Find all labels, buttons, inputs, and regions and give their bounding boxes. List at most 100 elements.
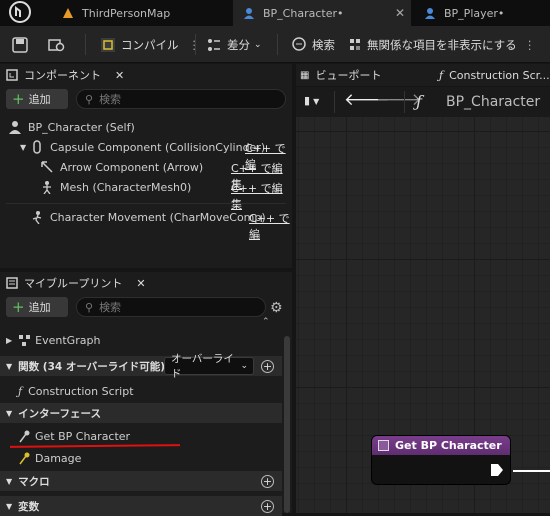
add-macro-icon[interactable]: + [261, 475, 274, 488]
compile-button[interactable]: コンパイル ⋮ [100, 26, 200, 63]
exec-pin-icon[interactable] [490, 463, 504, 477]
interfaces-category[interactable]: ▼ インターフェース [0, 403, 282, 423]
component-root[interactable]: BP_Character (Self) [8, 117, 135, 137]
component-item-movement[interactable]: Character Movement (CharMoveComp) [30, 207, 266, 227]
add-label: 追加 [28, 93, 51, 106]
search-placeholder: 検索 [99, 301, 122, 314]
chevron-right-icon[interactable]: ▶ [6, 336, 12, 345]
tab-bp-character[interactable]: BP_Character• ✕ [233, 0, 411, 26]
person-icon [9, 121, 21, 134]
node-function-icon [378, 440, 389, 451]
construction-script-label: Construction Script [28, 384, 134, 398]
function-icon: ƒ [439, 68, 444, 82]
save-icon [12, 36, 28, 53]
damage-label: Damage [35, 451, 82, 465]
chevron-down-icon[interactable]: ▼ [20, 143, 26, 152]
interface-function-icon [19, 430, 30, 442]
forward-arrow-icon[interactable]: 🡒 [376, 90, 422, 110]
component-label: Mesh (CharacterMesh0) [60, 180, 192, 194]
unreal-logo[interactable] [0, 0, 44, 26]
close-icon[interactable]: ✕ [115, 69, 124, 82]
save-button[interactable] [12, 26, 33, 63]
diff-label: 差分 [227, 37, 250, 52]
component-label: BP_Character (Self) [28, 120, 135, 134]
edit-in-cpp-link[interactable]: C++ で編 [249, 210, 292, 242]
diff-icon [208, 38, 220, 51]
get-bp-character-node[interactable]: Get BP Character [371, 435, 511, 485]
toolbar: コンパイル ⋮ 差分 ⌄ 検索 無関係な項目を非表示にする ⋮ [0, 26, 550, 63]
my-blueprint-title: マイブループリント [24, 277, 123, 290]
graph-canvas[interactable]: Get BP Character [296, 91, 550, 513]
component-item-arrow[interactable]: Arrow Component (Arrow) [40, 157, 203, 177]
macros-category[interactable]: ▼ マクロ [0, 471, 282, 491]
tab-thirdpersonmap[interactable]: ThirdPersonMap [50, 0, 230, 26]
damage-item[interactable]: Damage [18, 448, 81, 468]
settings-gear-icon[interactable]: ⚙ [270, 300, 283, 316]
component-item-mesh[interactable]: Mesh (CharacterMesh0) [40, 177, 191, 197]
chevron-down-icon: ⌄ [254, 39, 262, 50]
more-icon[interactable]: ⋮ [524, 26, 536, 63]
components-panel: コンポーネント ✕ + 追加 ⚲ 検索 BP_Character (Self) … [0, 64, 292, 268]
component-label: Arrow Component (Arrow) [60, 160, 204, 174]
scrollbar[interactable] [284, 336, 290, 513]
hide-unrelated-label: 無関係な項目を非表示にする [367, 37, 517, 52]
exec-wire [513, 470, 550, 472]
chevron-down-icon[interactable]: ▼ [6, 477, 12, 486]
macros-header: マクロ [18, 475, 50, 488]
scroll-up-icon[interactable]: ⌃ [262, 317, 270, 327]
diff-button[interactable]: 差分 ⌄ [206, 26, 262, 63]
toolbar-divider [195, 34, 196, 55]
tab-viewport[interactable]: ▦ ビューポート [300, 64, 381, 86]
browse-button[interactable] [48, 26, 71, 63]
add-variable-icon[interactable]: + [261, 500, 274, 513]
components-icon [6, 69, 18, 81]
bookmark-button[interactable]: ▮ ▼ [304, 94, 319, 107]
event-graph-item[interactable]: ▶ EventGraph [6, 330, 100, 350]
interfaces-header: インターフェース [18, 407, 102, 420]
divider [334, 91, 335, 113]
variables-category[interactable]: ▼ 変数 [0, 496, 282, 516]
browse-icon [48, 38, 65, 51]
tab-bp-player[interactable]: BP_Player• [414, 0, 550, 26]
blueprint-book-icon [6, 277, 18, 289]
blueprint-search-input[interactable]: ⚲ 検索 [76, 297, 266, 317]
components-header: コンポーネント ✕ [0, 64, 292, 86]
close-icon[interactable]: ✕ [136, 277, 145, 290]
tab-construction-script[interactable]: ƒ Construction Scr... [439, 64, 550, 86]
add-member-button[interactable]: + 追加 [6, 297, 68, 317]
close-icon[interactable]: ✕ [395, 6, 405, 20]
blueprint-icon [425, 8, 435, 19]
arrow-icon [41, 161, 53, 173]
divider [404, 91, 405, 113]
variables-header: 変数 [18, 500, 40, 513]
toolbar-divider [277, 34, 278, 55]
divider [6, 203, 286, 204]
chevron-down-icon[interactable]: ▼ [6, 502, 12, 511]
compile-label: コンパイル [121, 37, 179, 52]
plus-icon: + [12, 89, 25, 108]
override-label: オーバーライド [171, 353, 234, 380]
search-placeholder: 検索 [99, 93, 122, 106]
tab-label: ThirdPersonMap [82, 6, 171, 20]
node-header: Get BP Character [372, 436, 510, 455]
add-function-icon[interactable]: + [261, 360, 274, 373]
find-label: 検索 [312, 37, 335, 52]
component-item-capsule[interactable]: ▼ Capsule Component (CollisionCylinder) [20, 137, 265, 157]
tab-label: BP_Character• [263, 6, 344, 20]
add-component-button[interactable]: + 追加 [6, 89, 68, 109]
tab-label: BP_Player• [444, 6, 505, 20]
construction-script-item[interactable]: ƒ Construction Script [18, 381, 134, 401]
override-dropdown[interactable]: オーバーライド ⌄ [164, 353, 254, 380]
find-button[interactable]: 検索 [291, 26, 335, 63]
hide-unrelated-button[interactable]: 無関係な項目を非表示にする [348, 26, 517, 63]
event-graph-label: EventGraph [35, 333, 101, 347]
blueprint-icon [244, 8, 254, 19]
tab-bar: ThirdPersonMap BP_Character• ✕ BP_Player… [0, 0, 550, 26]
search-icon [292, 36, 306, 51]
map-icon [63, 8, 73, 18]
get-bp-character-item[interactable]: Get BP Character [18, 426, 130, 446]
chevron-down-icon[interactable]: ▼ [6, 409, 12, 418]
chevron-down-icon[interactable]: ▼ [6, 362, 12, 371]
component-search-input[interactable]: ⚲ 検索 [76, 89, 286, 109]
editor-tab-bar: ▦ ビューポート ƒ Construction Scr... [296, 64, 550, 86]
